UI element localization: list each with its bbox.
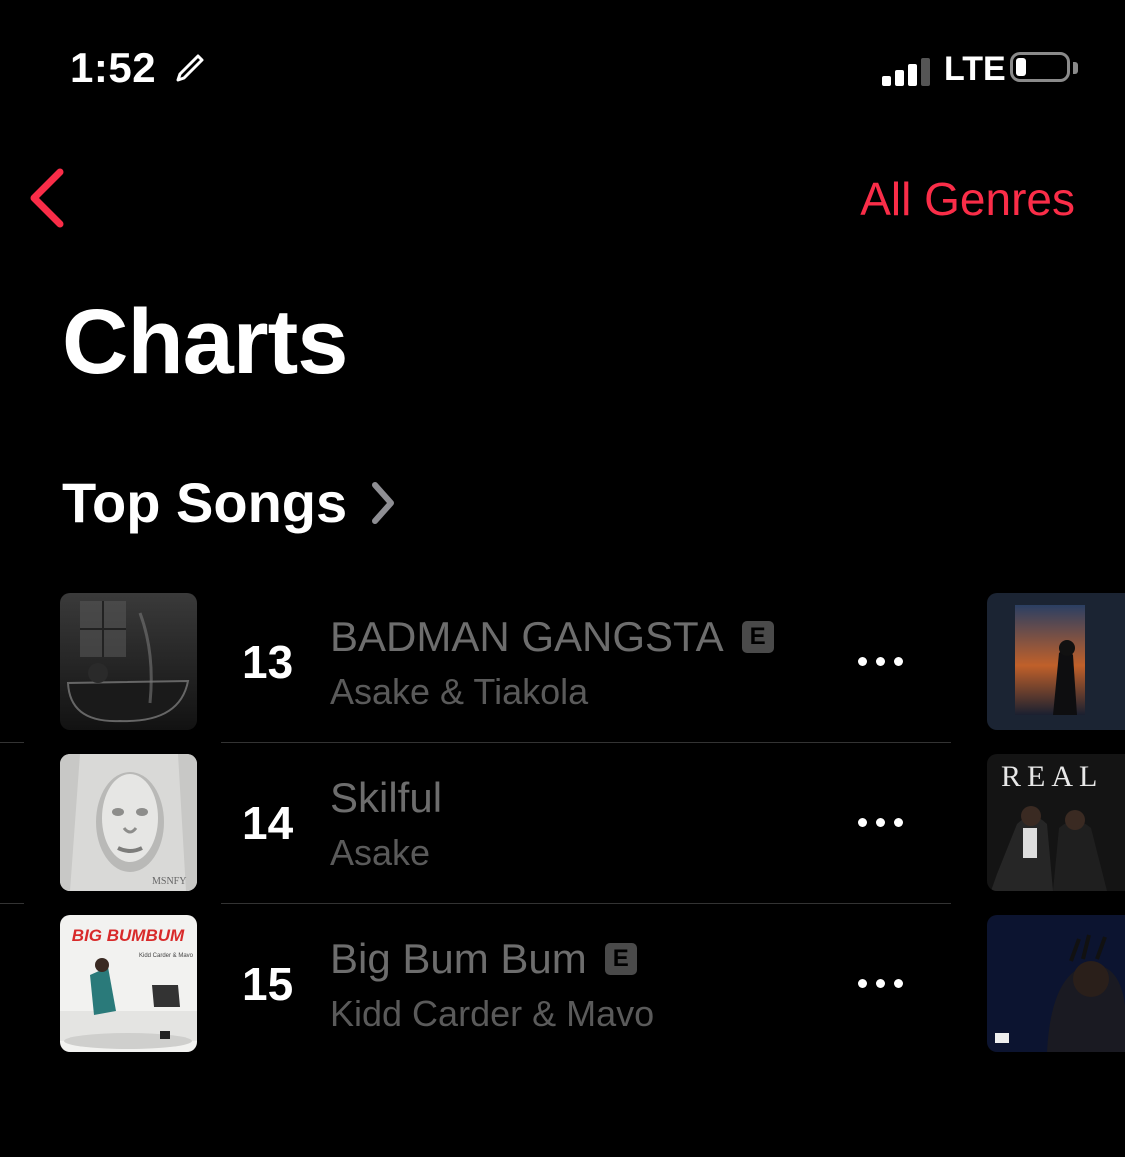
next-column-artwork[interactable]: REAL xyxy=(987,754,1125,891)
explicit-badge: E xyxy=(741,621,774,653)
explicit-badge: E xyxy=(604,943,637,975)
song-title-text: Big Bum Bum xyxy=(330,935,587,982)
song-rank: 14 xyxy=(242,797,294,849)
all-genres-button[interactable]: All Genres xyxy=(860,172,1075,226)
more-options-button[interactable] xyxy=(856,649,906,673)
song-artist: Asake & Tiakola xyxy=(330,671,589,712)
song-artist: Asake xyxy=(330,832,431,873)
more-options-button[interactable] xyxy=(856,971,906,995)
cellular-signal-icon xyxy=(882,56,934,86)
artwork-credit: Kidd Carder & Mavo xyxy=(139,953,194,959)
top-songs-header[interactable]: Top Songs xyxy=(62,470,397,535)
song-title-text: BADMAN GANGSTA xyxy=(330,613,724,660)
artwork-title: BIG BUMBUM xyxy=(72,926,185,945)
next-column-artwork[interactable] xyxy=(987,915,1125,1052)
album-artwork[interactable]: BIG BUMBUM Kidd Carder & Mavo xyxy=(60,915,197,1052)
song-row-13[interactable]: 13 BADMAN GANGSTA E Asake & Tiakola xyxy=(0,593,1125,753)
album-artwork[interactable]: MSNFY xyxy=(60,754,197,891)
row-divider-left xyxy=(0,742,24,743)
section-title: Top Songs xyxy=(62,471,348,534)
row-divider-left xyxy=(0,903,24,904)
song-rank: 13 xyxy=(242,636,294,688)
song-artist: Kidd Carder & Mavo xyxy=(330,993,655,1034)
song-title: Big Bum Bum E xyxy=(330,935,637,983)
song-title: BADMAN GANGSTA E xyxy=(330,613,774,661)
song-title-text: Skilful xyxy=(330,774,443,821)
status-time: 1:52 xyxy=(70,44,157,91)
song-row-14[interactable]: MSNFY 14 Skilful Asake REAL xyxy=(0,754,1125,914)
chevron-right-icon xyxy=(372,481,395,524)
battery-nub xyxy=(1073,62,1078,74)
back-chevron-icon[interactable] xyxy=(24,166,68,230)
more-options-button[interactable] xyxy=(856,810,906,834)
next-column-artwork[interactable] xyxy=(987,593,1125,730)
artwork-signature: MSNFY xyxy=(152,876,186,887)
page-title: Charts xyxy=(62,291,348,393)
pencil-icon xyxy=(176,54,204,82)
song-title: Skilful xyxy=(330,774,442,822)
album-artwork[interactable] xyxy=(60,593,197,730)
song-rank: 15 xyxy=(242,958,294,1010)
artwork-title: REAL xyxy=(1001,760,1103,793)
row-divider xyxy=(221,903,951,904)
song-row-15[interactable]: BIG BUMBUM Kidd Carder & Mavo 15 Big Bum… xyxy=(0,915,1125,1075)
network-type: LTE xyxy=(944,50,1006,88)
battery-icon xyxy=(1010,52,1070,82)
row-divider xyxy=(221,742,951,743)
